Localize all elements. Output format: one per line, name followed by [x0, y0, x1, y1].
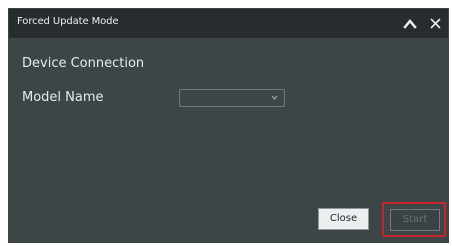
device-connection-heading: Device Connection	[22, 56, 145, 71]
title-bar: Forced Update Mode	[9, 9, 448, 38]
dialog-title: Forced Update Mode	[17, 16, 119, 27]
model-name-select[interactable]	[179, 89, 285, 107]
close-button[interactable]: Close	[318, 208, 369, 230]
start-button[interactable]: Start	[390, 209, 440, 231]
model-name-label: Model Name	[22, 90, 104, 105]
close-icon[interactable]	[429, 17, 442, 30]
forced-update-dialog: Forced Update Mode Device Connection Mod…	[8, 8, 449, 243]
chevron-down-icon	[271, 95, 278, 100]
chevron-up-icon[interactable]	[403, 18, 417, 30]
